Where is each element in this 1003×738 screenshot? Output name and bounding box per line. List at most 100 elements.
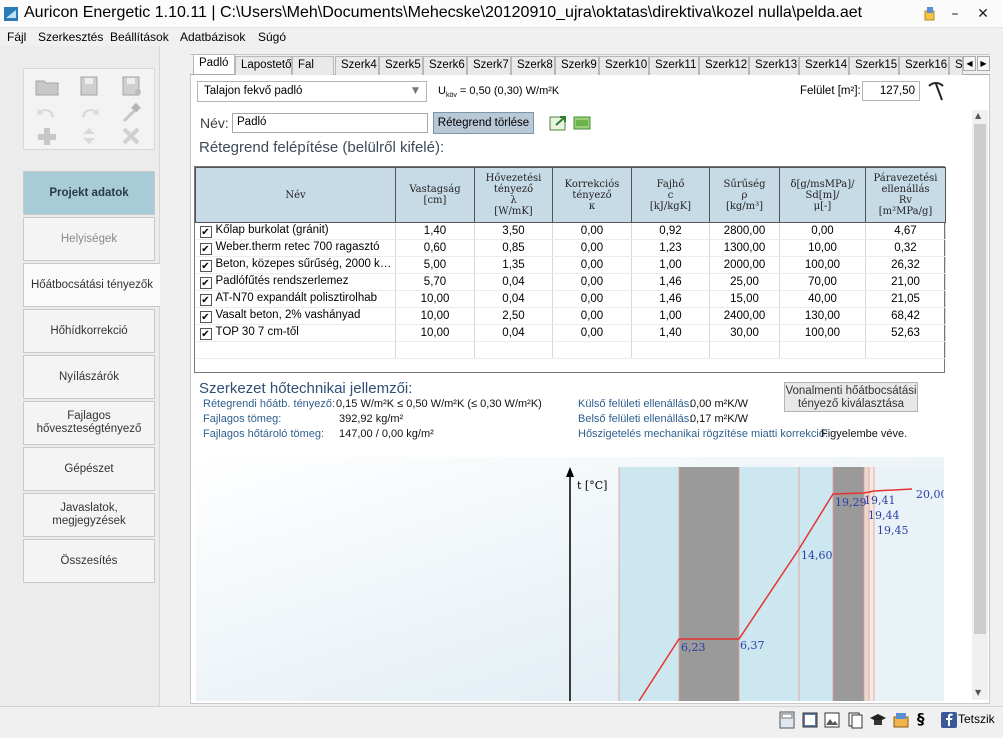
tab-padlo[interactable]: Padló — [193, 54, 235, 74]
nav-specific-heat-loss[interactable]: Fajlagos hőveszteségtényező — [23, 401, 155, 445]
tab-szerk8[interactable]: Szerk8 — [511, 56, 555, 75]
table-cell[interactable]: 52,63 — [865, 324, 946, 342]
layer-enabled-checkbox[interactable]: ✔ — [199, 277, 212, 289]
layer-enabled-checkbox[interactable]: ✔ — [199, 328, 212, 340]
pages-icon[interactable] — [846, 711, 864, 729]
tab-scroll-left-icon[interactable]: ◀ — [963, 56, 976, 71]
layer-enabled-checkbox[interactable]: ✔ — [199, 243, 212, 255]
table-cell[interactable]: 0,04 — [474, 324, 553, 342]
table-cell[interactable]: 5,00 — [395, 256, 475, 274]
tab-szerk15[interactable]: Szerk15 — [849, 56, 899, 75]
close-button[interactable]: ✕ — [972, 4, 994, 24]
delete-layer-icon[interactable] — [118, 125, 144, 147]
export-icon[interactable] — [549, 114, 569, 132]
layer-name-cell[interactable]: ✔ TOP 30 7 cm-től — [195, 324, 396, 342]
table-cell[interactable]: 0,00 — [779, 222, 866, 240]
name-input[interactable]: Padló — [232, 113, 428, 133]
redo-icon[interactable] — [76, 101, 102, 123]
table-row[interactable]: ✔ TOP 30 7 cm-től 10,00 0,04 0,00 1,40 30,00 10… — [195, 324, 946, 342]
tab-szerk11[interactable]: Szerk11 — [649, 56, 699, 75]
table-cell[interactable]: 10,00 — [395, 324, 475, 342]
tab-szerk14[interactable]: Szerk14 — [799, 56, 849, 75]
table-cell[interactable]: 0,32 — [865, 239, 946, 257]
tab-szerk10[interactable]: Szerk10 — [599, 56, 649, 75]
table-cell[interactable]: 30,00 — [709, 324, 780, 342]
open-folder-icon[interactable] — [34, 75, 60, 97]
table-cell[interactable]: 10,00 — [395, 307, 475, 325]
image-icon[interactable] — [823, 711, 841, 729]
calculator-icon[interactable] — [778, 711, 796, 729]
nav-heat-transfer[interactable]: Hőátbocsátási tényezők — [23, 263, 160, 307]
save-as-icon[interactable] — [118, 75, 144, 97]
table-cell[interactable]: 0,00 — [552, 290, 632, 308]
clear-layers-button[interactable]: Rétegrend törlése — [433, 112, 534, 134]
nav-rooms[interactable]: Helyiségek — [23, 217, 155, 261]
menu-settings[interactable]: Beállítások — [110, 30, 169, 44]
area-input[interactable]: 127,50 — [862, 81, 920, 101]
table-cell[interactable]: 0,92 — [631, 222, 710, 240]
layer-enabled-checkbox[interactable]: ✔ — [199, 226, 212, 238]
linear-thermal-transmittance-button[interactable]: Vonalmenti hőátbocsátási tényező kiválas… — [784, 382, 918, 412]
table-cell[interactable]: 1,00 — [631, 307, 710, 325]
table-cell[interactable]: 26,32 — [865, 256, 946, 274]
table-cell[interactable]: 2000,00 — [709, 256, 780, 274]
facebook-icon[interactable] — [940, 711, 958, 729]
tab-fal[interactable]: Fal — [292, 56, 334, 75]
table-row[interactable]: ✔ Kőlap burkolat (gránit) 1,40 3,50 0,00 0,92… — [195, 222, 946, 240]
layer-enabled-checkbox[interactable]: ✔ — [199, 294, 212, 306]
scrollbar-thumb[interactable] — [974, 124, 986, 634]
table-row[interactable]: ✔ Padlófűtés rendszerlemez 5,70 0,04 0,00 1,4… — [195, 273, 946, 291]
table-row[interactable]: ✔ AT-N70 expandált polisztirolhab 10,00 0,0… — [195, 290, 946, 308]
table-cell[interactable]: 0,00 — [552, 256, 632, 274]
layer-name-cell[interactable]: ✔ Weber.therm retec 700 ragasztó — [195, 239, 396, 257]
graduation-cap-icon[interactable] — [869, 711, 887, 729]
table-cell[interactable]: 0,00 — [552, 324, 632, 342]
nav-suggestions[interactable]: Javaslatok, megjegyzések — [23, 493, 155, 537]
tab-lapostető[interactable]: Lapostető — [235, 56, 292, 75]
table-cell[interactable]: 0,00 — [552, 273, 632, 291]
pipette-icon[interactable] — [118, 101, 144, 123]
menu-databases[interactable]: Adatbázisok — [180, 30, 245, 44]
add-layer-icon[interactable] — [34, 125, 60, 147]
tab-szerk4[interactable]: Szerk4 — [335, 56, 379, 75]
save-icon[interactable] — [76, 75, 102, 97]
nav-mechanical[interactable]: Gépészet — [23, 447, 155, 491]
table-cell[interactable]: 130,00 — [779, 307, 866, 325]
table-cell[interactable]: 1,46 — [631, 290, 710, 308]
window-pin-icon[interactable] — [922, 6, 938, 22]
table-cell[interactable]: 100,00 — [779, 324, 866, 342]
move-layer-icon[interactable] — [76, 125, 102, 147]
table-cell[interactable]: 40,00 — [779, 290, 866, 308]
undo-icon[interactable] — [34, 101, 60, 123]
layer-enabled-checkbox[interactable]: ✔ — [199, 260, 212, 272]
scroll-up-icon[interactable]: ▲ — [975, 111, 981, 120]
like-label[interactable]: Tetszik — [958, 712, 995, 726]
chevron-down-icon[interactable]: ▼ — [412, 86, 419, 96]
tab-scroll-right-icon[interactable]: ▶ — [977, 56, 990, 71]
layer-name-cell[interactable]: ✔ Padlófűtés rendszerlemez — [195, 273, 396, 291]
table-cell[interactable]: 1,40 — [631, 324, 710, 342]
table-cell[interactable]: 0,04 — [474, 273, 553, 291]
table-cell[interactable]: 100,00 — [779, 256, 866, 274]
nav-project-data[interactable]: Projekt adatok — [23, 171, 155, 215]
layers-icon[interactable] — [572, 114, 592, 132]
table-cell[interactable]: 1,46 — [631, 273, 710, 291]
table-cell[interactable]: 2800,00 — [709, 222, 780, 240]
table-row[interactable]: ✔ Weber.therm retec 700 ragasztó 0,60 0,85 0… — [195, 239, 946, 257]
table-cell[interactable]: 10,00 — [779, 239, 866, 257]
layer-enabled-checkbox[interactable]: ✔ — [199, 311, 212, 323]
table-cell[interactable]: 21,05 — [865, 290, 946, 308]
nav-thermal-bridge[interactable]: Hőhídkorrekció — [23, 309, 155, 353]
table-cell[interactable]: 1,35 — [474, 256, 553, 274]
table-cell[interactable]: 1300,00 — [709, 239, 780, 257]
tab-szerk13[interactable]: Szerk13 — [749, 56, 799, 75]
tab-szerk7[interactable]: Szerk7 — [467, 56, 511, 75]
layer-name-cell[interactable]: ✔ AT-N70 expandált polisztirolhab — [195, 290, 396, 308]
database-icon[interactable] — [892, 711, 910, 729]
table-cell[interactable]: 3,50 — [474, 222, 553, 240]
menu-file[interactable]: Fájl — [7, 30, 26, 44]
layer-name-cell[interactable]: ✔ Kőlap burkolat (gránit) — [195, 222, 396, 240]
tab-szerk9[interactable]: Szerk9 — [555, 56, 599, 75]
table-cell[interactable]: 0,04 — [474, 290, 553, 308]
nav-summary[interactable]: Összesítés — [23, 539, 155, 583]
